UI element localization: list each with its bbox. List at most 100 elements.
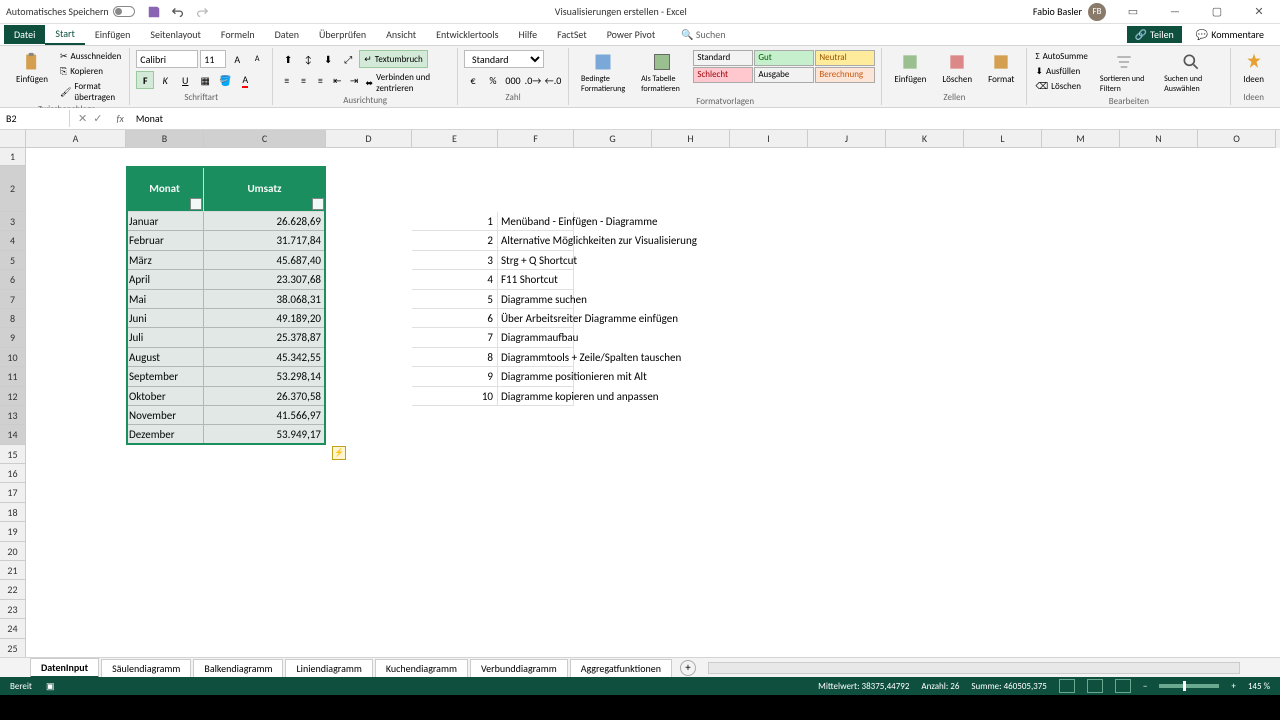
- row-header-7[interactable]: 7: [0, 290, 26, 309]
- row-header-11[interactable]: 11: [0, 367, 26, 386]
- clear-button[interactable]: ⌫ Löschen: [1033, 80, 1089, 93]
- row-header-18[interactable]: 18: [0, 503, 26, 522]
- cell[interactable]: April: [126, 270, 204, 289]
- style-standard[interactable]: Standard: [693, 50, 753, 66]
- paste-button[interactable]: Einfügen: [10, 50, 54, 87]
- row-header-13[interactable]: 13: [0, 406, 26, 425]
- align-bottom-icon[interactable]: ⬇: [319, 50, 337, 68]
- share-button[interactable]: 🔗 Teilen: [1127, 26, 1182, 43]
- align-middle-icon[interactable]: ↕: [299, 50, 317, 68]
- format-cells-button[interactable]: Format: [982, 50, 1020, 87]
- border-button[interactable]: ▦: [196, 71, 214, 89]
- style-neutral[interactable]: Neutral: [815, 50, 875, 66]
- sheet-tab[interactable]: Liniendiagramm: [285, 659, 372, 677]
- cell[interactable]: 3: [412, 251, 498, 270]
- fx-icon[interactable]: fx: [110, 112, 129, 125]
- wrap-text-button[interactable]: ↵ Textumbruch: [359, 50, 427, 68]
- select-all-corner[interactable]: [0, 130, 26, 148]
- cell[interactable]: September: [126, 367, 204, 386]
- row-header-23[interactable]: 23: [0, 600, 26, 619]
- row-header-19[interactable]: 19: [0, 522, 26, 541]
- row-header-10[interactable]: 10: [0, 348, 26, 367]
- tab-formulas[interactable]: Formeln: [211, 25, 265, 44]
- cell[interactable]: Alternative Möglichkeiten zur Visualisie…: [498, 231, 574, 250]
- redo-icon[interactable]: [195, 5, 209, 19]
- cell[interactable]: 45.342,55: [204, 348, 326, 367]
- minimize-icon[interactable]: —: [1160, 2, 1190, 22]
- number-format-select[interactable]: Standard: [464, 50, 544, 68]
- view-layout-icon[interactable]: [1087, 679, 1103, 693]
- formula-input[interactable]: [130, 110, 1280, 127]
- style-schlecht[interactable]: Schlecht: [693, 67, 753, 83]
- col-header-L[interactable]: L: [964, 130, 1042, 148]
- comments-button[interactable]: 💬 Kommentare: [1190, 26, 1270, 43]
- tab-factset[interactable]: FactSet: [547, 25, 597, 44]
- cell[interactable]: 26.628,69: [204, 212, 326, 231]
- format-painter-button[interactable]: 🖌 Format übertragen: [58, 80, 123, 104]
- zoom-slider[interactable]: [1159, 684, 1219, 688]
- col-header-A[interactable]: A: [26, 130, 126, 148]
- macro-record-icon[interactable]: ▣: [46, 681, 55, 692]
- cell[interactable]: 5: [412, 290, 498, 309]
- conditional-format-button[interactable]: Bedingte Formatierung: [575, 50, 631, 96]
- tab-help[interactable]: Hilfe: [509, 25, 548, 44]
- cell[interactable]: 25.378,87: [204, 328, 326, 347]
- cell[interactable]: 2: [412, 231, 498, 250]
- row-header-20[interactable]: 20: [0, 542, 26, 561]
- row-header-2[interactable]: 2: [0, 166, 26, 212]
- cell[interactable]: 38.068,31: [204, 290, 326, 309]
- cell[interactable]: Diagramme positionieren mit Alt: [498, 367, 574, 386]
- cell[interactable]: Februar: [126, 231, 204, 250]
- col-header-O[interactable]: O: [1198, 130, 1276, 148]
- cell[interactable]: November: [126, 406, 204, 425]
- accept-fx-icon[interactable]: ✓: [93, 112, 102, 125]
- sheet-tab-active[interactable]: DatenInput: [30, 658, 99, 678]
- style-gut[interactable]: Gut: [754, 50, 814, 66]
- insert-cells-button[interactable]: Einfügen: [888, 50, 932, 87]
- zoom-in-icon[interactable]: +: [1231, 681, 1235, 692]
- fill-color-button[interactable]: 🪣: [216, 71, 234, 89]
- col-header-F[interactable]: F: [498, 130, 574, 148]
- cell[interactable]: 53.949,17: [204, 425, 326, 444]
- fill-button[interactable]: ⬇ Ausfüllen: [1033, 65, 1089, 78]
- cell[interactable]: Diagramme kopieren und anpassen: [498, 387, 574, 406]
- comma-icon[interactable]: 000: [504, 71, 522, 89]
- cell[interactable]: 49.189,20: [204, 309, 326, 328]
- row-header-8[interactable]: 8: [0, 309, 26, 328]
- indent-inc-icon[interactable]: ⇥: [347, 71, 362, 89]
- delete-cells-button[interactable]: Löschen: [936, 50, 978, 87]
- row-header-1[interactable]: 1: [0, 148, 26, 166]
- quick-analysis-icon[interactable]: ⚡: [332, 446, 346, 460]
- sheet-tab[interactable]: Balkendiagramm: [193, 659, 283, 677]
- sort-filter-button[interactable]: Sortieren und Filtern: [1094, 50, 1154, 96]
- cell[interactable]: Juni: [126, 309, 204, 328]
- sheet-tab[interactable]: Säulendiagramm: [101, 659, 191, 677]
- view-break-icon[interactable]: [1115, 679, 1131, 693]
- cell[interactable]: Juli: [126, 328, 204, 347]
- row-header-22[interactable]: 22: [0, 580, 26, 599]
- col-header-C[interactable]: C: [204, 130, 326, 148]
- autosum-button[interactable]: Σ AutoSumme: [1033, 50, 1089, 63]
- cut-button[interactable]: ✂ Ausschneiden: [58, 50, 123, 63]
- row-header-9[interactable]: 9: [0, 328, 26, 347]
- tab-insert[interactable]: Einfügen: [85, 25, 141, 44]
- row-header-12[interactable]: 12: [0, 387, 26, 406]
- cell[interactable]: 45.687,40: [204, 251, 326, 270]
- sheet-tab[interactable]: Kuchendiagramm: [375, 659, 468, 677]
- orientation-icon[interactable]: ⤢: [339, 50, 357, 68]
- row-header-17[interactable]: 17: [0, 483, 26, 502]
- merge-button[interactable]: ⬌ Verbinden und zentrieren: [364, 71, 451, 95]
- zoom-level[interactable]: 145 %: [1248, 681, 1270, 692]
- align-left-icon[interactable]: ≡: [279, 71, 294, 89]
- user-account[interactable]: Fabio Basler FB: [1033, 3, 1106, 21]
- col-header-D[interactable]: D: [326, 130, 412, 148]
- font-color-button[interactable]: A: [236, 71, 254, 89]
- decrease-font-icon[interactable]: A: [248, 50, 266, 68]
- percent-icon[interactable]: %: [484, 71, 502, 89]
- dec-dec-icon[interactable]: ←.0: [544, 71, 562, 89]
- cell[interactable]: 41.566,97: [204, 406, 326, 425]
- cell[interactable]: 1: [412, 212, 498, 231]
- font-size-select[interactable]: [200, 50, 226, 68]
- col-header-I[interactable]: I: [730, 130, 808, 148]
- cancel-fx-icon[interactable]: ✕: [78, 112, 87, 125]
